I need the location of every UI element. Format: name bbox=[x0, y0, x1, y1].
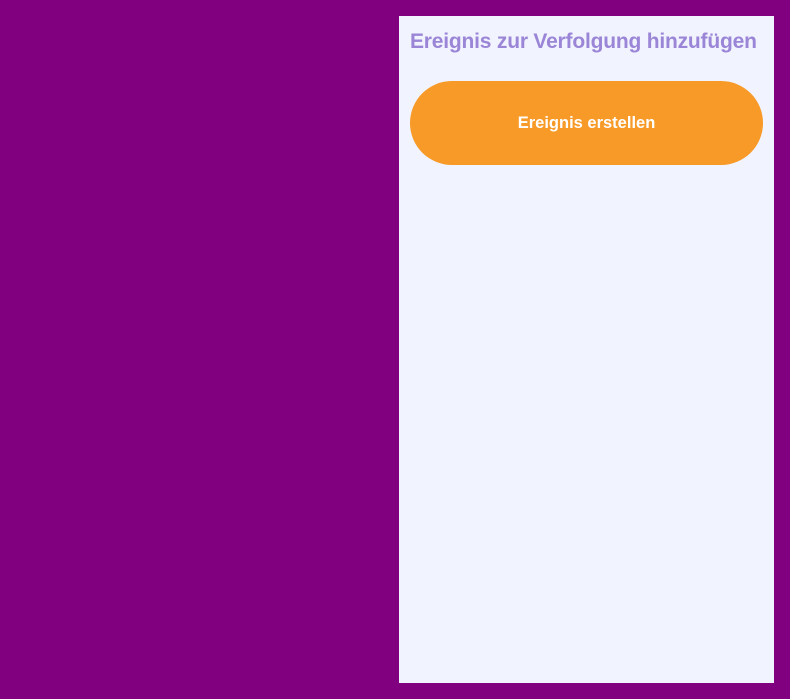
panel-title: Ereignis zur Verfolgung hinzufügen bbox=[410, 30, 757, 53]
create-event-button[interactable]: Ereignis erstellen bbox=[410, 81, 763, 165]
add-event-panel: Ereignis zur Verfolgung hinzufügen Ereig… bbox=[399, 16, 774, 683]
